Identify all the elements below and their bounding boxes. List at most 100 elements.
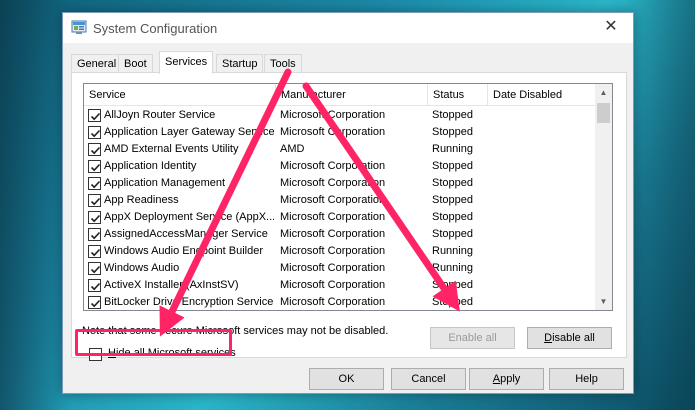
service-manufacturer: Microsoft Corporation bbox=[280, 262, 386, 274]
table-row[interactable]: AssignedAccessManager Service Microsoft C… bbox=[84, 226, 596, 243]
service-status: Stopped bbox=[432, 160, 473, 172]
table-row[interactable]: ActiveX Installer (AxInstSV) Microsoft Co… bbox=[84, 277, 596, 294]
services-list[interactable]: Service Manufacturer Status Date Disable… bbox=[83, 83, 613, 311]
service-checkbox[interactable] bbox=[88, 177, 101, 190]
service-status: Stopped bbox=[432, 126, 473, 138]
service-checkbox[interactable] bbox=[88, 262, 101, 275]
services-panel: Service Manufacturer Status Date Disable… bbox=[71, 72, 627, 361]
service-status: Running bbox=[432, 262, 473, 274]
table-row[interactable]: AppX Deployment Service (AppX... Microsof… bbox=[84, 209, 596, 226]
title-bar: System Configuration ✕ bbox=[63, 13, 633, 43]
annotation-highlight-box bbox=[75, 329, 232, 356]
service-name: Windows Audio Endpoint Builder bbox=[104, 245, 263, 257]
table-row[interactable]: App Readiness Microsoft Corporation Stoppe… bbox=[84, 192, 596, 209]
table-row[interactable]: Application Layer Gateway Service Microso… bbox=[84, 124, 596, 141]
service-date-disabled bbox=[492, 141, 592, 158]
service-name: AMD External Events Utility bbox=[104, 143, 239, 155]
service-manufacturer: Microsoft Corporation bbox=[280, 177, 386, 189]
service-date-disabled bbox=[492, 243, 592, 260]
help-button[interactable]: Help bbox=[549, 368, 624, 390]
service-status: Running bbox=[432, 143, 473, 155]
service-manufacturer: Microsoft Corporation bbox=[280, 228, 386, 240]
checkbox-checked-icon bbox=[90, 248, 101, 257]
service-checkbox[interactable] bbox=[88, 143, 101, 156]
disable-all-label-accel: D bbox=[544, 332, 553, 344]
apply-label-post: pply bbox=[500, 373, 521, 385]
service-name: AssignedAccessManager Service bbox=[104, 228, 268, 240]
service-date-disabled bbox=[492, 192, 592, 209]
disable-all-button[interactable]: Disable all bbox=[527, 327, 612, 349]
checkbox-checked-icon bbox=[90, 180, 101, 189]
table-row[interactable]: Application Identity Microsoft Corporatio… bbox=[84, 158, 596, 175]
service-manufacturer: Microsoft Corporation bbox=[280, 160, 386, 172]
column-header-service[interactable]: Service bbox=[84, 84, 276, 106]
service-status: Stopped bbox=[432, 177, 473, 189]
table-row[interactable]: Windows Audio Endpoint Builder Microsoft … bbox=[84, 243, 596, 260]
enable-all-button[interactable]: Enable all bbox=[430, 327, 515, 349]
checkbox-checked-icon bbox=[90, 112, 101, 121]
service-status: Stopped bbox=[432, 279, 473, 291]
table-row[interactable]: Windows Audio Microsoft Corporation Runnin… bbox=[84, 260, 596, 277]
ok-button[interactable]: OK bbox=[309, 368, 384, 390]
service-name: ActiveX Installer (AxInstSV) bbox=[104, 279, 239, 291]
service-status: Stopped bbox=[432, 211, 473, 223]
table-row[interactable]: BitLocker Drive Encryption Service Micros… bbox=[84, 294, 596, 310]
service-date-disabled bbox=[492, 277, 592, 294]
service-manufacturer: Microsoft Corporation bbox=[280, 296, 386, 308]
service-name: Application Management bbox=[104, 177, 226, 189]
close-icon[interactable]: ✕ bbox=[589, 13, 633, 43]
vertical-scrollbar[interactable]: ▲ ▼ bbox=[595, 84, 612, 310]
service-checkbox[interactable] bbox=[88, 109, 101, 122]
list-header: Service Manufacturer Status Date Disable… bbox=[84, 84, 596, 106]
service-date-disabled bbox=[492, 260, 592, 277]
checkbox-checked-icon bbox=[90, 231, 101, 240]
table-row[interactable]: Application Management Microsoft Corporat… bbox=[84, 175, 596, 192]
service-status: Stopped bbox=[432, 228, 473, 240]
service-checkbox[interactable] bbox=[88, 211, 101, 224]
cancel-button[interactable]: Cancel bbox=[391, 368, 466, 390]
service-status: Stopped bbox=[432, 296, 473, 308]
service-checkbox[interactable] bbox=[88, 194, 101, 207]
service-checkbox[interactable] bbox=[88, 228, 101, 241]
service-manufacturer: Microsoft Corporation bbox=[280, 245, 386, 257]
column-header-manufacturer[interactable]: Manufacturer bbox=[276, 84, 428, 106]
checkbox-checked-icon bbox=[90, 163, 101, 172]
service-name: BitLocker Drive Encryption Service bbox=[104, 296, 274, 308]
service-checkbox[interactable] bbox=[88, 126, 101, 139]
service-name: Windows Audio bbox=[104, 262, 180, 274]
table-row[interactable]: AllJoyn Router Service Microsoft Corporat… bbox=[84, 107, 596, 124]
service-checkbox[interactable] bbox=[88, 245, 101, 258]
scroll-thumb[interactable] bbox=[597, 103, 610, 123]
service-status: Stopped bbox=[432, 194, 473, 206]
checkbox-checked-icon bbox=[90, 146, 101, 155]
tab-boot[interactable]: Boot bbox=[118, 54, 153, 73]
column-header-status[interactable]: Status bbox=[428, 84, 488, 106]
service-manufacturer: Microsoft Corporation bbox=[280, 109, 386, 121]
scroll-up-icon[interactable]: ▲ bbox=[595, 84, 612, 101]
service-date-disabled bbox=[492, 226, 592, 243]
column-header-date-disabled[interactable]: Date Disabled bbox=[488, 84, 596, 106]
service-checkbox[interactable] bbox=[88, 160, 101, 173]
disable-all-label-post: isable all bbox=[552, 332, 595, 344]
tab-startup[interactable]: Startup bbox=[216, 54, 264, 73]
desktop-shade-right bbox=[625, 0, 695, 410]
apply-label-accel: A bbox=[492, 373, 501, 385]
tab-tools[interactable]: Tools bbox=[264, 54, 302, 73]
tab-general[interactable]: General bbox=[71, 54, 123, 73]
tab-services[interactable]: Services bbox=[159, 51, 214, 74]
service-date-disabled bbox=[492, 107, 592, 124]
service-manufacturer: AMD bbox=[280, 143, 305, 155]
apply-button[interactable]: Apply bbox=[469, 368, 544, 390]
service-checkbox[interactable] bbox=[88, 279, 101, 292]
checkbox-checked-icon bbox=[90, 299, 101, 308]
service-date-disabled bbox=[492, 158, 592, 175]
service-manufacturer: Microsoft Corporation bbox=[280, 279, 386, 291]
checkbox-checked-icon bbox=[90, 282, 101, 291]
window-title: System Configuration bbox=[93, 21, 218, 36]
service-checkbox[interactable] bbox=[88, 296, 101, 309]
table-row[interactable]: AMD External Events Utility AMD Running bbox=[84, 141, 596, 158]
checkbox-checked-icon bbox=[90, 197, 101, 206]
scroll-down-icon[interactable]: ▼ bbox=[595, 293, 612, 310]
service-name: App Readiness bbox=[104, 194, 179, 206]
checkbox-checked-icon bbox=[90, 265, 101, 274]
